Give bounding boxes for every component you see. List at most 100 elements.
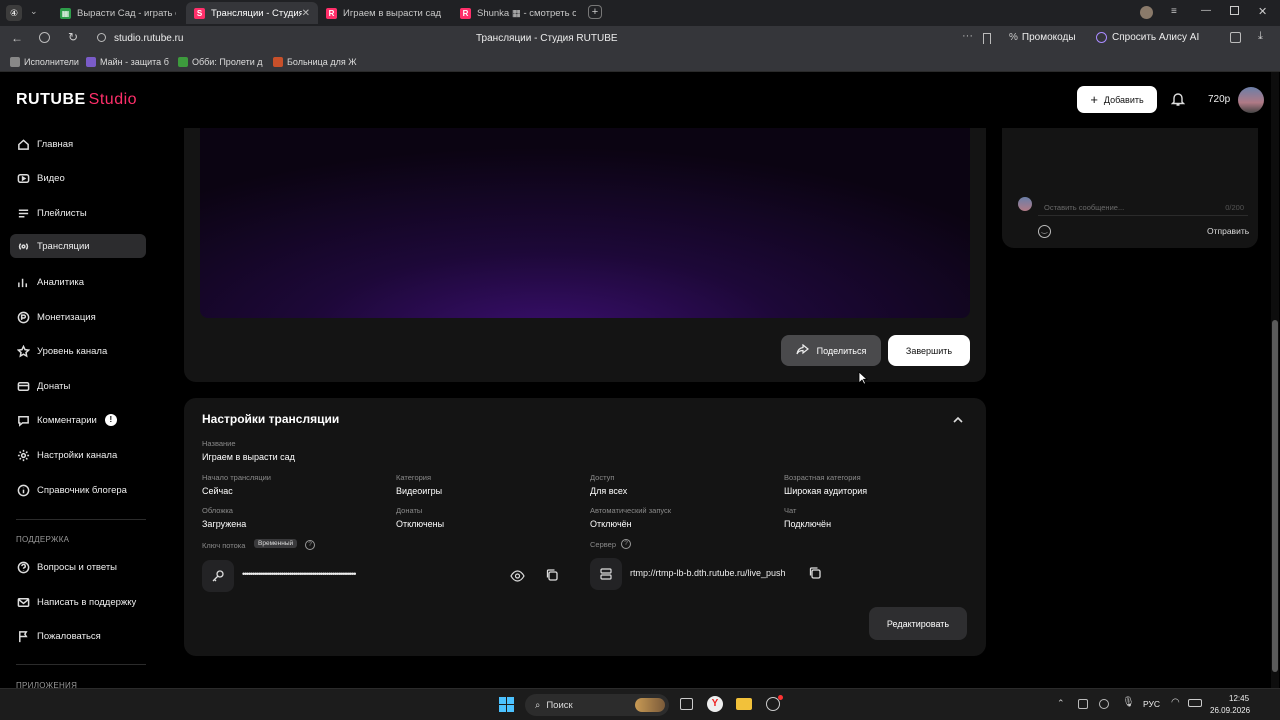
sidebar-item-8[interactable]: Комментарии! (10, 408, 146, 432)
logo-sub: Studio (88, 91, 138, 108)
help-icon[interactable]: ? (305, 540, 315, 550)
bookmark-item-3[interactable]: Больница для Ж (273, 55, 357, 69)
sidebar-item-4[interactable]: Аналитика (10, 270, 146, 294)
browser-menu-icon[interactable]: ④ (6, 5, 22, 21)
sidebar-item-label: Комментарии (37, 414, 97, 426)
alice-button[interactable]: Спросить Алису AI (1096, 32, 1199, 43)
clock-date[interactable]: 26.09.2026 (1210, 706, 1250, 715)
send-button[interactable]: Отправить (1207, 226, 1249, 236)
shield-icon[interactable] (39, 32, 50, 43)
alice-label: Спросить Алису AI (1112, 32, 1200, 43)
server-help-icon[interactable]: ? (621, 539, 631, 549)
window-close-icon[interactable]: ✕ (1258, 5, 1267, 18)
field-value: Отключён (590, 519, 632, 529)
chat-message-input[interactable]: Оставить сообщение... 0/200 (1038, 200, 1248, 216)
tab-title: Вырасти Сад - играть он (77, 7, 176, 19)
sidebar-item-9[interactable]: Настройки канала (10, 443, 146, 467)
windows-start-icon[interactable] (499, 697, 514, 712)
server-label: Сервер (590, 540, 617, 549)
support-item-1[interactable]: Написать в поддержку (10, 590, 146, 614)
copy-key-icon[interactable] (545, 568, 559, 587)
browser-settings-icon[interactable]: ≡ (1171, 6, 1177, 17)
file-explorer-icon[interactable] (736, 698, 752, 710)
reload-icon[interactable]: ↻ (68, 30, 78, 44)
edit-label: Редактировать (886, 618, 950, 629)
page-title: Трансляции - Студия RUTUBE (476, 33, 618, 44)
sidebar-item-1[interactable]: Видео (10, 166, 146, 190)
star-icon (16, 344, 30, 358)
window-maximize-icon[interactable] (1230, 6, 1239, 15)
downloads-icon[interactable]: ⤓ (1258, 30, 1263, 43)
add-button[interactable]: + Добавить (1077, 86, 1157, 113)
tab-title: Трансляции - Студия R (211, 7, 302, 19)
browser-tab-0[interactable]: ▦ Вырасти Сад - играть он (52, 2, 184, 24)
quality-label[interactable]: 720p (1208, 94, 1230, 105)
back-icon[interactable]: ← (11, 31, 23, 45)
sidebar-item-5[interactable]: Монетизация (10, 305, 146, 329)
edit-button[interactable]: Редактировать (869, 607, 967, 640)
bell-icon[interactable] (1170, 92, 1186, 112)
bookmark-item-0[interactable]: Исполнители (10, 55, 79, 69)
promo-button[interactable]: % Промокоды (1009, 32, 1076, 43)
taskbar-search[interactable]: ⌕ Поиск (525, 694, 669, 716)
finish-button[interactable]: Завершить (888, 335, 970, 366)
percent-icon: % (1009, 32, 1018, 43)
page-scrollbar[interactable] (1271, 72, 1279, 688)
sidebar-item-label: Видео (37, 172, 65, 184)
task-view-icon[interactable] (680, 698, 693, 710)
sidebar-item-label: Главная (37, 138, 74, 150)
collapse-chevron-icon[interactable] (952, 412, 964, 430)
tab-close-icon[interactable]: ✕ (302, 8, 310, 19)
bookmark-label: Обби: Пролети д (192, 57, 263, 67)
home-icon (16, 137, 30, 151)
browser-tab-1[interactable]: S Трансляции - Студия R ✕ (186, 2, 318, 24)
sidebar-item-2[interactable]: Плейлисты (10, 201, 146, 225)
scrollbar-thumb[interactable] (1272, 320, 1278, 672)
server-icon (590, 558, 622, 590)
field-label: Начало трансляции (202, 473, 271, 482)
microphone-icon[interactable]: 🎙 (1122, 697, 1135, 708)
url-field[interactable]: studio.rutube.ru (114, 33, 184, 44)
video-preview[interactable] (200, 128, 970, 318)
tray-chevron-icon[interactable]: ⌃ (1057, 698, 1065, 709)
window-minimize-icon[interactable]: — (1201, 5, 1211, 16)
bookmark-item-2[interactable]: Обби: Пролети д (178, 55, 262, 69)
field-value: Сейчас (202, 486, 233, 496)
browser-tab-strip: ④ ⌄ ▦ Вырасти Сад - играть он S Трансляц… (0, 0, 1280, 26)
bookmark-icon[interactable] (983, 33, 991, 44)
tray-icon-2[interactable] (1099, 699, 1109, 709)
emoji-icon[interactable]: ‿ (1038, 225, 1051, 238)
temporary-badge: Временный (254, 539, 298, 548)
bookmark-item-1[interactable]: Майн - защита б (86, 55, 169, 69)
sidebar-item-0[interactable]: Главная (10, 132, 146, 156)
wifi-icon[interactable]: ◠ (1171, 697, 1180, 708)
sidebar-item-6[interactable]: Уровень канала (10, 339, 146, 363)
eye-icon[interactable] (510, 569, 525, 587)
profile-avatar-icon[interactable] (1140, 6, 1153, 19)
sidebar-item-7[interactable]: Донаты (10, 374, 146, 398)
browser-tab-2[interactable]: R Играем в вырасти сад (318, 2, 450, 24)
mouse-cursor-icon (858, 371, 869, 390)
tray-icon-1[interactable] (1078, 699, 1088, 709)
channel-avatar[interactable] (1238, 87, 1264, 113)
name-value: Играем в вырасти сад (202, 452, 295, 462)
field-value: Загружена (202, 519, 247, 529)
sidebar-item-10[interactable]: Справочник блогера (10, 478, 146, 502)
new-tab-icon[interactable]: + (588, 5, 602, 19)
more-icon[interactable]: ··· (962, 30, 973, 42)
support-item-0[interactable]: Вопросы и ответы (10, 555, 146, 579)
rutube-studio-logo[interactable]: RUTUBE Studio (16, 91, 137, 109)
tabs-dropdown-icon[interactable]: ⌄ (30, 6, 38, 17)
support-item-label: Пожаловаться (37, 630, 101, 642)
clock-time[interactable]: 12:45 (1229, 694, 1249, 703)
field-label: Доступ (590, 473, 615, 482)
language-indicator[interactable]: РУС (1143, 699, 1160, 709)
yandex-browser-icon[interactable]: Y (707, 696, 723, 712)
collections-icon[interactable] (1230, 32, 1241, 43)
battery-icon[interactable] (1188, 699, 1202, 707)
share-button[interactable]: Поделиться (781, 335, 881, 366)
browser-tab-3[interactable]: R Shunka ▦ - смотреть он (452, 2, 584, 24)
sidebar-item-3[interactable]: Трансляции (10, 234, 146, 258)
copy-server-icon[interactable] (808, 566, 822, 585)
support-item-2[interactable]: Пожаловаться (10, 624, 146, 648)
